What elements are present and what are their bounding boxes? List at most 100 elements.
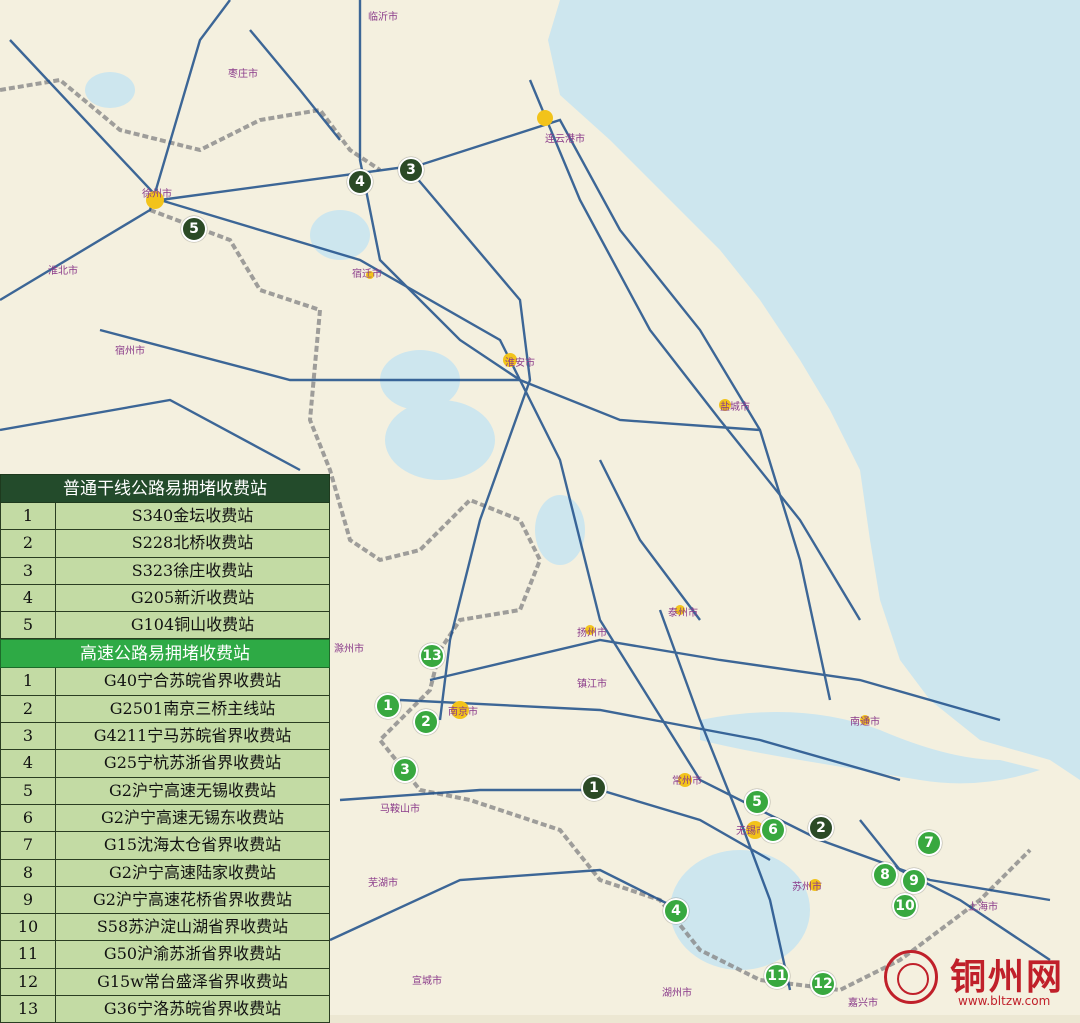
expressway-toll-marker[interactable]: 4 [663, 898, 689, 924]
legend-num: 3 [1, 723, 56, 750]
expressway-toll-marker[interactable]: 8 [872, 862, 898, 888]
legend-row: 5 G104铜山收费站 [0, 612, 330, 640]
legend-name: G2沪宁高速陆家收费站 [109, 862, 276, 882]
expressway-toll-marker[interactable]: 9 [901, 868, 927, 894]
city-label: 镇江市 [577, 679, 607, 690]
legend-num: 4 [1, 750, 56, 777]
legend-num: 13 [1, 996, 56, 1023]
legend-num: 5 [1, 612, 56, 639]
toll-station-legend: 普通干线公路易拥堵收费站 1 S340金坛收费站 2 S228北桥收费站 3 S323… [0, 474, 330, 1023]
legend-name: G15w常台盛泽省界收费站 [97, 971, 288, 991]
city-label: 嘉兴市 [848, 998, 878, 1009]
legend-name: G50沪渝苏浙省界收费站 [103, 944, 282, 964]
legend-row: 5 G2沪宁高速无锡收费站 [0, 777, 330, 805]
legend-name: G2501南京三桥主线站 [109, 698, 276, 718]
legend-num: 9 [1, 886, 56, 914]
legend-num: 7 [1, 832, 56, 859]
legend-name: S228北桥收费站 [131, 533, 254, 553]
legend-name: G2沪宁高速无锡收费站 [109, 780, 276, 800]
city-label: 马鞍山市 [380, 804, 420, 815]
legend-num: 5 [1, 777, 56, 804]
expressway-toll-marker[interactable]: 11 [764, 963, 790, 989]
legend-row: 4 G25宁杭苏浙省界收费站 [0, 750, 330, 778]
legend-num: 1 [1, 668, 56, 695]
city-label: 枣庄市 [228, 69, 258, 80]
legend-row: 3 G4211宁马苏皖省界收费站 [0, 723, 330, 751]
expressway-toll-marker[interactable]: 10 [892, 893, 918, 919]
legend-num: 6 [1, 804, 56, 832]
watermark-url: www.bltzw.com [958, 994, 1051, 1008]
city-label: 淮北市 [48, 266, 78, 277]
legend-num: 10 [1, 914, 56, 941]
city-label: 滁州市 [334, 644, 364, 655]
watermark-logo-icon [884, 950, 938, 1004]
city-label: 南京市 [448, 707, 478, 718]
arterial-toll-marker[interactable]: 1 [581, 775, 607, 801]
legend-num: 1 [1, 503, 56, 530]
city-label: 连云港市 [545, 134, 585, 145]
city-label: 南通市 [850, 717, 880, 728]
expressway-toll-marker[interactable]: 2 [413, 709, 439, 735]
legend-name: S340金坛收费站 [131, 506, 254, 525]
legend-row: 6 G2沪宁高速无锡东收费站 [0, 804, 330, 833]
legend-name: G36宁洛苏皖省界收费站 [103, 999, 282, 1019]
city-label: 临沂市 [368, 12, 398, 23]
legend-num: 2 [1, 695, 56, 723]
legend-row: 7 G15沈海太仓省界收费站 [0, 832, 330, 860]
city-label: 宿州市 [115, 346, 145, 357]
legend-num: 2 [1, 530, 56, 557]
legend-name: G15沈海太仓省界收费站 [103, 835, 282, 855]
expressway-toll-marker[interactable]: 7 [916, 830, 942, 856]
legend-row: 2 G2501南京三桥主线站 [0, 695, 330, 724]
legend-name: G40宁合苏皖省界收费站 [103, 671, 282, 691]
arterial-toll-marker[interactable]: 5 [181, 216, 207, 242]
legend-row: 1 G40宁合苏皖省界收费站 [0, 668, 330, 696]
city-label: 扬州市 [577, 628, 607, 639]
arterial-legend-title: 普通干线公路易拥堵收费站 [0, 474, 330, 503]
city-label: 上海市 [968, 902, 998, 913]
legend-num: 3 [1, 557, 56, 584]
legend-row: 2 S228北桥收费站 [0, 530, 330, 558]
city-label: 芜湖市 [368, 878, 398, 889]
arterial-toll-marker[interactable]: 4 [347, 169, 373, 195]
legend-num: 11 [1, 941, 56, 968]
legend-name: G2沪宁高速花桥省界收费站 [93, 889, 292, 909]
expressway-toll-marker[interactable]: 13 [419, 643, 445, 669]
legend-name: G4211宁马苏皖省界收费站 [93, 726, 292, 746]
city-label: 徐州市 [142, 189, 172, 200]
legend-row: 4 G205新沂收费站 [0, 584, 330, 613]
legend-row: 13 G36宁洛苏皖省界收费站 [0, 996, 330, 1023]
watermark-title: 铜州网 [950, 956, 1065, 998]
legend-num: 4 [1, 584, 56, 612]
arterial-toll-marker[interactable]: 3 [398, 157, 424, 183]
city-label: 宣城市 [412, 976, 442, 987]
expressway-toll-marker[interactable]: 5 [744, 789, 770, 815]
legend-name: G104铜山收费站 [130, 615, 255, 635]
legend-num: 12 [1, 968, 56, 996]
city-label: 常州市 [672, 776, 702, 787]
legend-row: 10 S58苏沪淀山湖省界收费站 [0, 914, 330, 942]
legend-row: 11 G50沪渝苏浙省界收费站 [0, 941, 330, 969]
city-label: 苏州市 [792, 882, 822, 893]
legend-name: S58苏沪淀山湖省界收费站 [96, 917, 289, 937]
expressway-toll-marker[interactable]: 12 [810, 971, 836, 997]
legend-row: 12 G15w常台盛泽省界收费站 [0, 968, 330, 997]
city-label: 盐城市 [720, 402, 750, 413]
city-label: 宿迁市 [352, 269, 382, 280]
city-label: 湖州市 [662, 988, 692, 999]
expressway-toll-marker[interactable]: 3 [392, 757, 418, 783]
legend-name: G2沪宁高速无锡东收费站 [101, 807, 284, 827]
city-label: 泰州市 [668, 608, 698, 619]
legend-row: 3 S323徐庄收费站 [0, 557, 330, 585]
city-label: 淮安市 [505, 358, 535, 369]
legend-row: 9 G2沪宁高速花桥省界收费站 [0, 886, 330, 915]
legend-name: S323徐庄收费站 [131, 560, 254, 580]
expressway-legend-title: 高速公路易拥堵收费站 [0, 639, 330, 669]
legend-row: 8 G2沪宁高速陆家收费站 [0, 859, 330, 887]
expressway-toll-marker[interactable]: 1 [375, 693, 401, 719]
legend-name: G25宁杭苏浙省界收费站 [103, 753, 282, 773]
legend-row: 1 S340金坛收费站 [0, 503, 330, 531]
arterial-toll-marker[interactable]: 2 [808, 815, 834, 841]
expressway-toll-marker[interactable]: 6 [760, 817, 786, 843]
legend-num: 8 [1, 859, 56, 886]
